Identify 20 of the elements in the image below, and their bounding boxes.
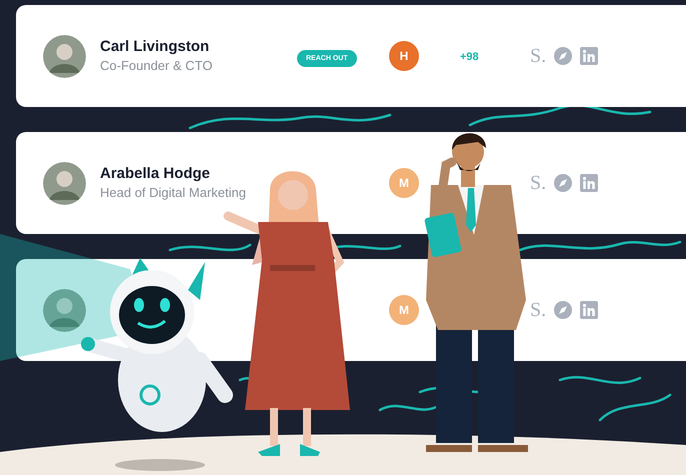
letter-avatar: M [389,295,419,325]
count-text: +98 [460,51,479,63]
avatar-icon [43,34,86,78]
compass-icon[interactable] [554,301,572,319]
social-icon[interactable] [580,47,598,65]
social-icon[interactable] [580,174,598,192]
letter-avatar: H [389,41,419,71]
avatar-icon [43,288,86,332]
site-logo[interactable]: S. [530,173,546,193]
person-name: Arabella Hodge [100,164,212,184]
social-icon[interactable] [580,301,598,319]
compass-icon[interactable] [554,47,572,65]
person-title: Head of Digital Marketing [100,184,247,202]
site-logo[interactable]: S. [530,300,546,320]
site-logo[interactable]: S. [530,46,546,66]
letter-avatar: M [389,168,419,198]
person-title: Co-Founder & CTO [100,56,214,75]
person-name: Carl Livingston [100,37,210,57]
avatar-icon [43,162,86,204]
compass-icon[interactable] [554,174,572,192]
